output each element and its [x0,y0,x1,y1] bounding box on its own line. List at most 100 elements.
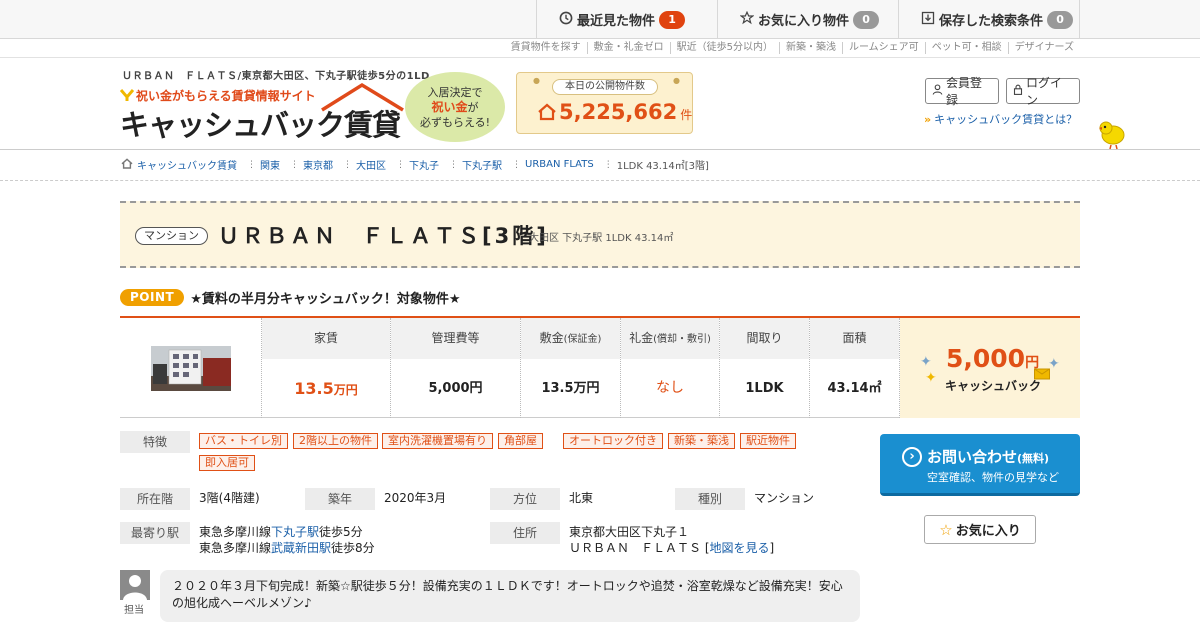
map-link[interactable]: 地図を見る [710,541,770,555]
home-icon [121,157,133,172]
built-label: 築年 [305,488,375,510]
spec-header: 家賃 [262,318,390,359]
saved-searches-tab[interactable]: 保存した検索条件 0 [898,0,1080,39]
property-subtitle: 大田区 下丸子駅 1LDK 43.14㎡ [529,233,674,244]
feature-tag: バス・トイレ別 [199,433,288,449]
station-link-shimomaruko[interactable]: 下丸子駅 [271,525,319,539]
spec-header: 面積 [810,318,899,359]
station-entry: 東急多摩川線武蔵新田駅徒歩8分 [199,540,375,556]
spec-table: 家賃 13.5万円 管理費等 5,000円 敷金(保証金) 13.5万円 礼金(… [120,316,1080,418]
station-line: 東急多摩川線 [199,525,272,539]
property-type-badge: マンション [135,227,208,245]
subnav-item-roomshare[interactable]: ルームシェア可 [841,42,925,54]
login-button[interactable]: ログイン [1006,76,1080,107]
inquiry-label: お問い合わせ [927,448,1018,466]
recent-properties-tab[interactable]: 最近見た物件 1 [536,0,717,39]
sparkle-icon: ✦ [920,354,932,370]
deposit-header: 敷金 [539,331,564,345]
add-favorite-button[interactable]: ☆ お気に入り [924,515,1036,544]
spec-area: 面積 43.14㎡ [810,318,900,418]
person-icon [932,84,943,98]
spec-value: 13.5万円 [262,359,390,418]
floor-label: 所在階 [120,488,190,510]
breadcrumb-item-shimomaruko[interactable]: ⋮ 下丸子 [396,157,439,173]
dotted-separator-icon: ⋮ [449,159,458,170]
key-money-header: 礼金 [629,331,654,345]
promo-line3: 必ずもらえる! [419,115,491,129]
favorites-label: お気に入り物件 [758,14,850,29]
station-entry: 東急多摩川線下丸子駅徒歩5分 [199,524,375,540]
breadcrumb-item-building[interactable]: ⋮ URBAN FLATS [512,159,594,170]
breadcrumb-label: 下丸子 [409,161,439,172]
spec-layout: 間取り 1LDK [720,318,810,418]
property-photo[interactable] [120,318,262,418]
breadcrumb-item-kanto[interactable]: ⋮ 関東 [247,157,280,173]
cashback-panel: ✦ ✦ ✦ 5,000円 キャッシュバック [900,318,1080,418]
site-logo[interactable]: 祝い金がもらえる賃貸情報サイト キャッシュバック賃貸 [119,82,405,142]
breadcrumb-item-tokyo[interactable]: ⋮ 東京都 [290,157,333,173]
breadcrumb-label: 東京都 [303,161,333,172]
top-utility-bar: 最近見た物件 1 お気に入り物件 0 保存した検索条件 0 [0,0,1200,39]
key-money-header-sub: (償却・敷引) [653,334,711,345]
cashback-label: キャッシュバック [945,379,1042,393]
promo-line1: 入居決定で [427,85,483,99]
spec-deposit: 敷金(保証金) 13.5万円 [521,318,621,418]
subnav-item-designers[interactable]: デザイナーズ [1007,42,1080,54]
dotted-separator-icon: ⋮ [396,159,405,170]
cashback-value: 5,000 [946,344,1026,373]
subnav-item-new-build[interactable]: 新築・築浅 [778,42,842,54]
agent-avatar [120,570,150,600]
about-label: キャッシュバック賃貸とは？ [934,113,1078,126]
point-banner: POINT ★賃料の半月分キャッシュバック！対象物件★ [120,288,461,307]
spec-header: 間取り [720,318,809,359]
dot-decor: ● [533,76,540,85]
subnav-item-zero-deposit[interactable]: 敷金・礼金ゼロ [586,42,670,54]
breadcrumb-item-station[interactable]: ⋮ 下丸子駅 [449,157,502,173]
spec-header: 管理費等 [391,318,520,359]
dotted-separator-icon: ⋮ [603,159,613,170]
star-icon [739,10,755,29]
favorites-tab[interactable]: お気に入り物件 0 [717,0,898,39]
feature-tag: 角部屋 [498,433,543,449]
recent-count-badge: 1 [659,10,686,29]
chick-mascot-icon [1097,118,1129,150]
promo-bubble: 入居決定で 祝い金が 必ずもらえる! [405,72,505,142]
address-line1: 東京都大田区下丸子１ [569,525,690,539]
features-label: 特徴 [120,431,190,453]
spec-value: 1LDK [745,381,784,396]
direction-value: 北東 [569,491,594,505]
feature-tag: 2階以上の物件 [293,433,378,449]
station-walk: 徒歩5分 [319,525,363,539]
arrow-right-circle-icon: › [902,447,922,467]
spec-header: 礼金(償却・敷引) [621,318,719,359]
rent-unit: 万円 [333,383,358,397]
sub-navigation: 賃貸物件を探す 敷金・礼金ゼロ 駅近（徒歩5分以内） 新築・築浅 ルームシェア可… [0,40,1200,58]
feature-tag: 新築・築浅 [668,433,735,449]
page-heading: ＵＲＢＡＮ ＦＬＡＴＳ/東京都大田区、下丸子駅徒歩5分の1LD... [122,71,443,82]
listing-count-label: 本日の公開物件数 [552,79,658,95]
register-button[interactable]: 会員登録 [925,76,999,107]
point-badge: POINT [120,288,185,306]
cashback-amount: 5,000円 [946,344,1039,373]
subnav-item-near-station[interactable]: 駅近（徒歩5分以内） [669,42,779,54]
listing-count-box: ● ● 本日の公開物件数 5,225,662 件 [516,72,693,134]
recent-label: 最近見た物件 [577,14,656,29]
station-link-musashi-nitta[interactable]: 武蔵新田駅 [271,541,331,555]
breadcrumb-item-ota[interactable]: ⋮ 大田区 [343,157,386,173]
promo-line2: 祝い金 [431,99,468,114]
breadcrumb-label: キャッシュバック賃貸 [137,161,237,172]
about-link[interactable]: » キャッシュバック賃貸とは？ [924,111,1077,127]
breadcrumb-home[interactable]: キャッシュバック賃貸 [121,157,237,172]
kind-label: 種別 [675,488,745,510]
breadcrumb: キャッシュバック賃貸 ⋮ 関東 ⋮ 東京都 ⋮ 大田区 ⋮ 下丸子 ⋮ 下丸子駅 ⋮ URB… [0,151,1200,181]
deposit-header-sub: (保証金) [563,334,602,345]
feature-tag: オートロック付き [563,433,663,449]
subnav-item-pets[interactable]: ペット可・相談 [924,42,1008,54]
double-chevron-icon: » [924,113,932,126]
breadcrumb-label: 1LDK 43.14㎡[3階] [616,161,709,172]
spec-value: 5,000円 [428,381,483,396]
breadcrumb-current: ⋮ 1LDK 43.14㎡[3階] [603,157,709,173]
favorites-count-badge: 0 [853,10,880,29]
subnav-item-search[interactable]: 賃貸物件を探す [505,42,587,54]
inquiry-button[interactable]: › お問い合わせ(無料) 空室確認、物件の見学など [880,434,1080,496]
